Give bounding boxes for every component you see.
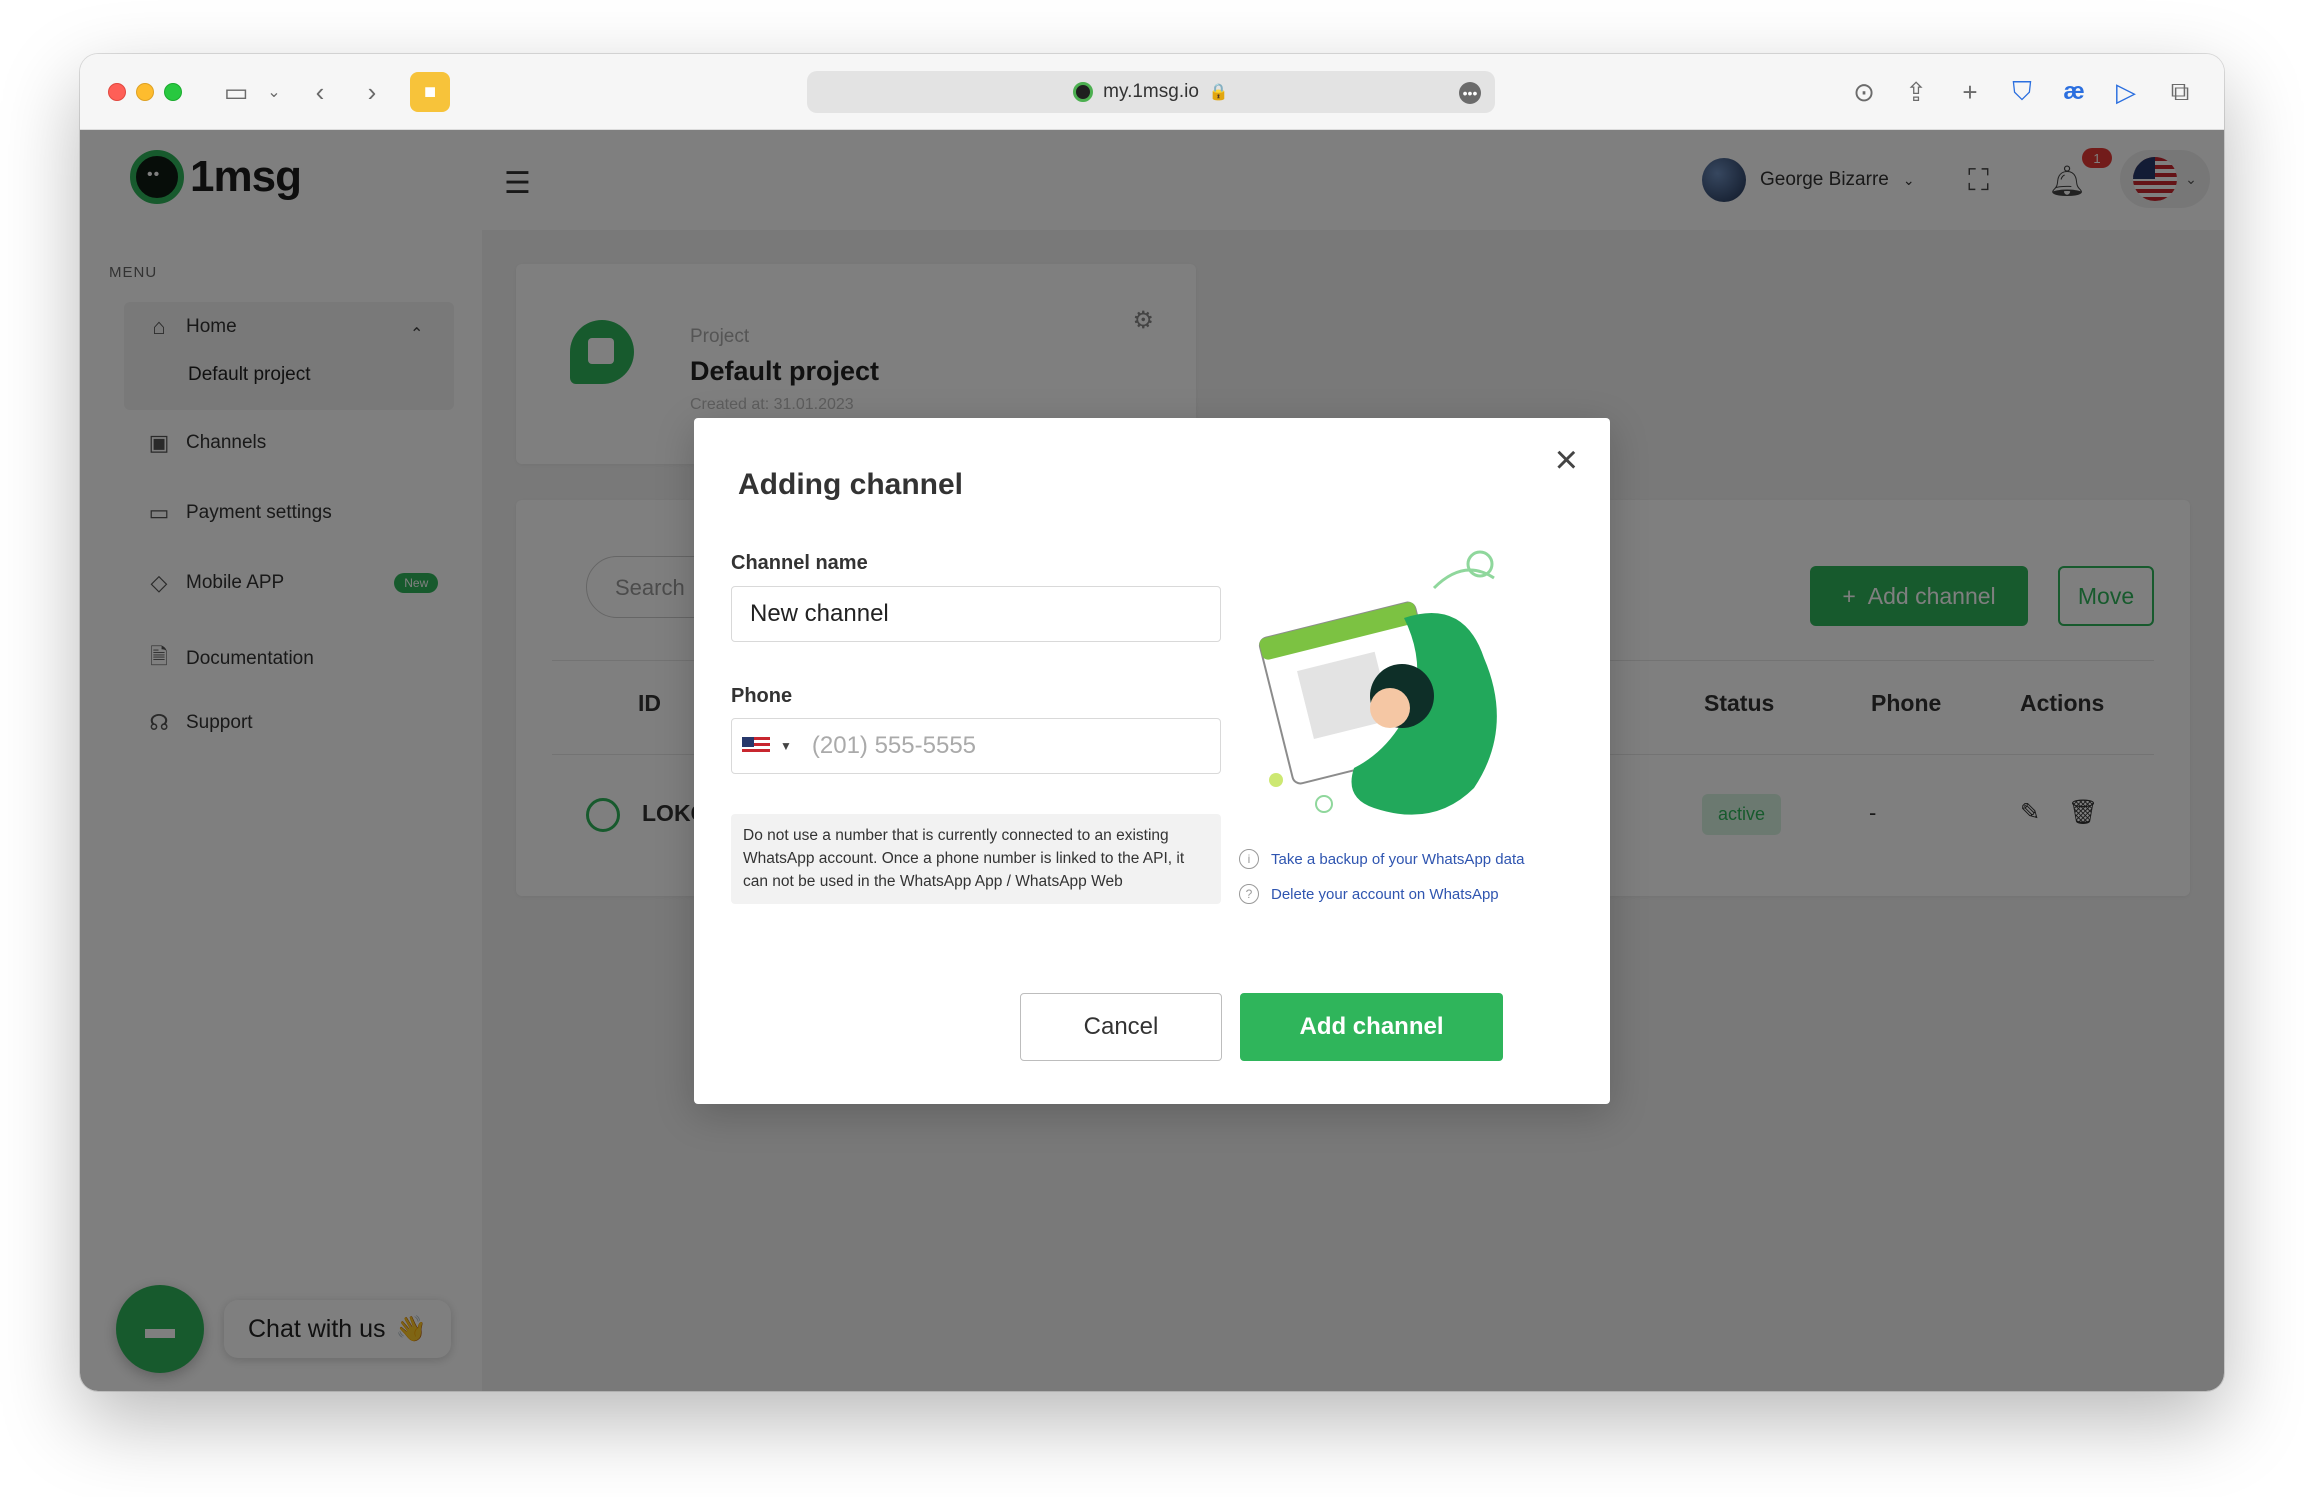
- phone-field[interactable]: ▼ (201) 555-5555: [731, 718, 1221, 774]
- deco-curve: [1432, 568, 1495, 590]
- lock-icon: 🔒: [1208, 84, 1229, 101]
- browser-toolbar: ▭ ⌄ ‹ › ■ my.1msg.io 🔒 ••• ⊙ ⇪ + ⛉ æ ▷ ⧉: [80, 54, 2224, 130]
- cancel-button[interactable]: Cancel: [1020, 993, 1222, 1061]
- extension-icon[interactable]: ■: [410, 72, 450, 112]
- deco-dot: [1269, 773, 1283, 787]
- shield-icon[interactable]: ⛉: [2004, 74, 2040, 110]
- person-face-shape: [1370, 688, 1410, 728]
- maximize-window-button[interactable]: [164, 83, 182, 101]
- tabs-overview-icon[interactable]: ⧉: [2162, 74, 2198, 110]
- phone-label: Phone: [731, 685, 793, 707]
- channel-name-label: Channel name: [731, 552, 868, 574]
- phone-placeholder: (201) 555-5555: [811, 732, 977, 759]
- add-channel-modal: Adding channel × Channel name New channe…: [694, 418, 1610, 1104]
- browser-window: ▭ ⌄ ‹ › ■ my.1msg.io 🔒 ••• ⊙ ⇪ + ⛉ æ ▷ ⧉…: [80, 54, 2224, 1391]
- warning-note: Do not use a number that is currently co…: [731, 814, 1221, 904]
- site-favicon-icon: [1073, 82, 1094, 102]
- caret-down-icon[interactable]: ▼: [780, 739, 792, 753]
- deco-ring: [1315, 795, 1333, 813]
- share-icon[interactable]: ⇪: [1898, 74, 1934, 110]
- backup-link[interactable]: i Take a backup of your WhatsApp data: [1239, 849, 1524, 869]
- more-icon[interactable]: •••: [1459, 82, 1481, 104]
- url-text: my.1msg.io: [1103, 81, 1199, 102]
- new-tab-icon[interactable]: +: [1952, 74, 1988, 110]
- illustration: [1258, 550, 1497, 815]
- delete-account-link[interactable]: ? Delete your account on WhatsApp: [1239, 884, 1499, 904]
- sidebar-toggle-icon[interactable]: ▭: [218, 74, 254, 110]
- minimize-window-button[interactable]: [136, 83, 154, 101]
- modal-title: Adding channel: [738, 468, 963, 501]
- ae-extension-icon[interactable]: æ: [2056, 74, 2092, 110]
- help-icon: ?: [1239, 884, 1259, 904]
- download-icon[interactable]: ⊙: [1846, 74, 1882, 110]
- address-bar[interactable]: my.1msg.io 🔒 •••: [807, 71, 1495, 113]
- close-window-button[interactable]: [108, 83, 126, 101]
- us-flag-icon[interactable]: [742, 737, 770, 755]
- close-icon[interactable]: ×: [1555, 440, 1578, 480]
- play-icon[interactable]: ▷: [2108, 74, 2144, 110]
- backup-link-text: Take a backup of your WhatsApp data: [1271, 850, 1525, 868]
- forward-icon[interactable]: ›: [354, 74, 390, 110]
- chevron-down-icon[interactable]: ⌄: [256, 74, 292, 110]
- info-icon: i: [1239, 849, 1259, 869]
- channel-name-input[interactable]: New channel: [731, 586, 1221, 642]
- add-channel-submit-button[interactable]: Add channel: [1240, 993, 1503, 1061]
- back-icon[interactable]: ‹: [302, 74, 338, 110]
- delete-link-text: Delete your account on WhatsApp: [1271, 885, 1499, 903]
